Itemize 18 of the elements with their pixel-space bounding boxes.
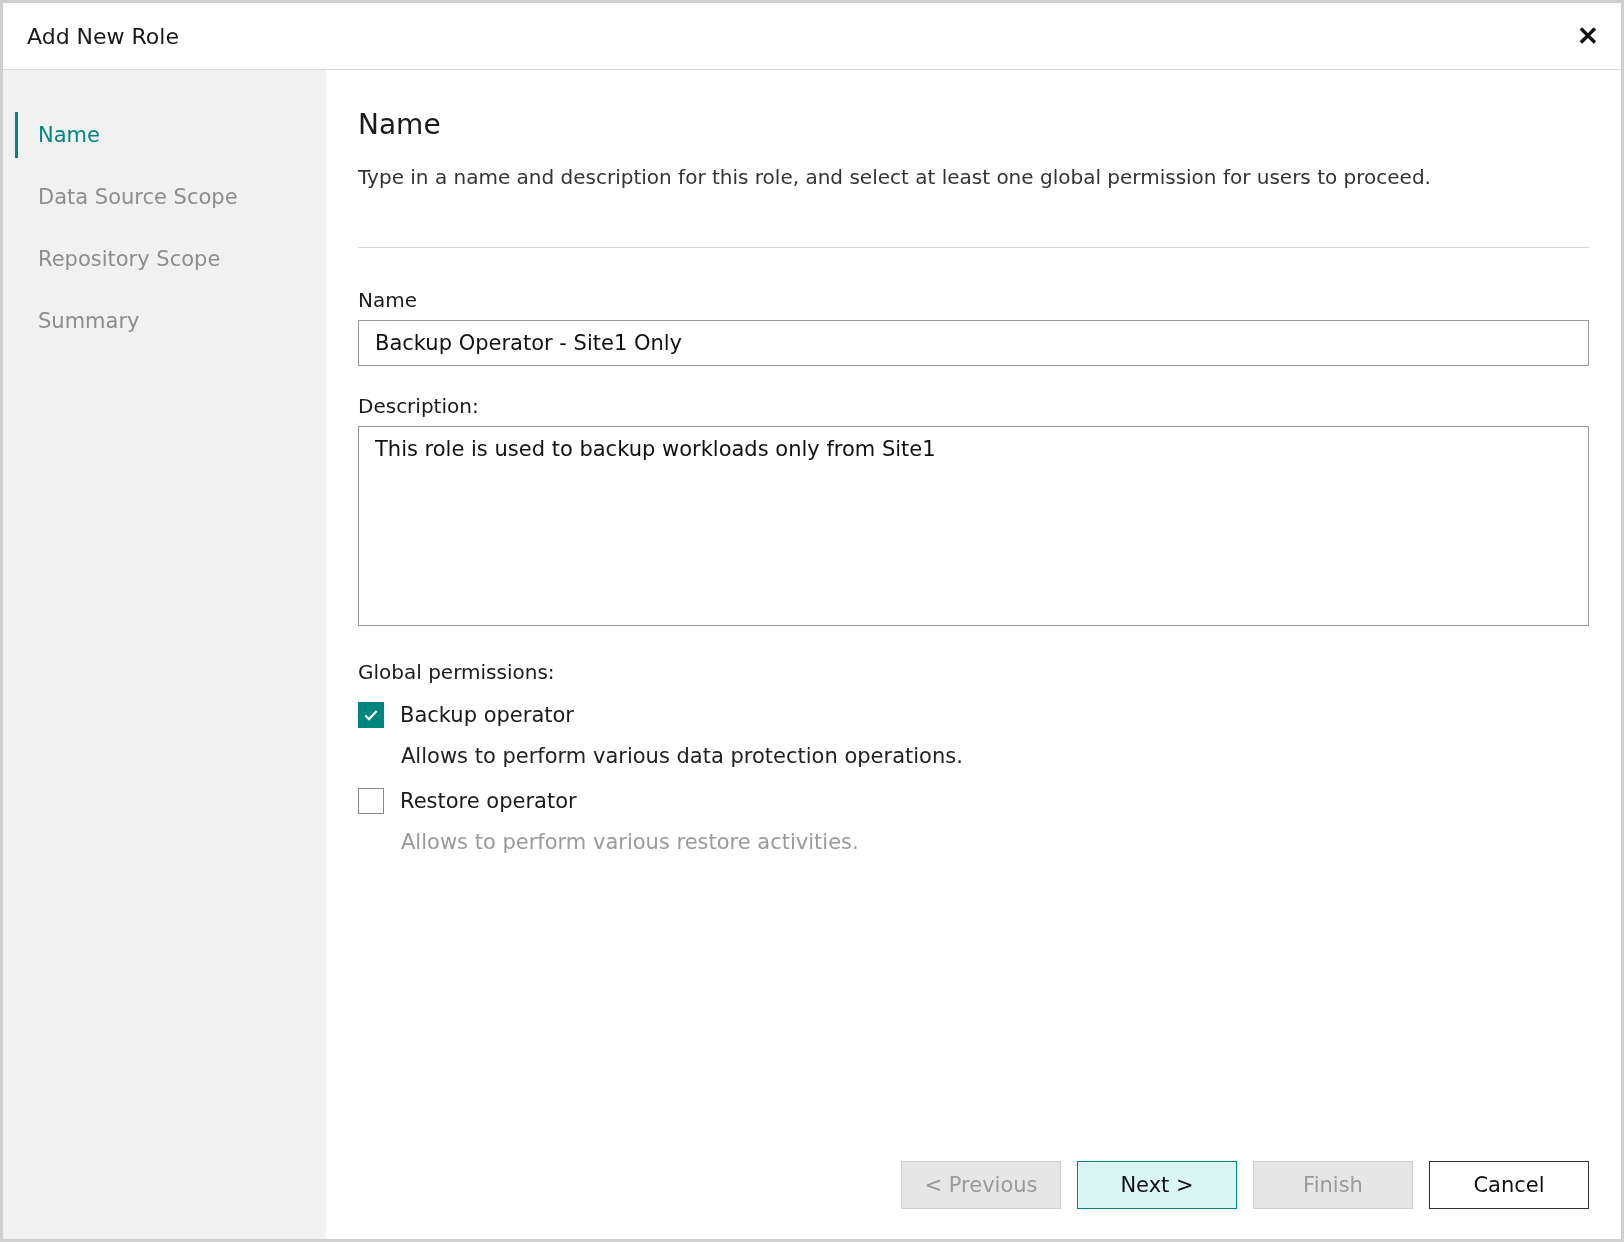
checkbox[interactable]	[358, 702, 384, 728]
wizard-button[interactable]: Cancel	[1429, 1161, 1589, 1209]
page-description: Type in a name and description for this role, and select at least one global permission for users to proceed.	[358, 165, 1432, 189]
checkbox-label[interactable]: Restore operator	[400, 789, 577, 813]
description-input-field[interactable]: This role is used to backup workloads only from Site1	[358, 426, 1589, 626]
close-button[interactable]: ✕	[1573, 20, 1603, 52]
permissions-label: Global permissions:	[358, 660, 556, 684]
permission-description: Allows to perform various data protection operations.	[401, 744, 964, 768]
checkbox-label[interactable]: Backup operator	[400, 703, 574, 727]
name-input-field[interactable]: Backup Operator - Site1 Only	[358, 320, 1589, 366]
wizard-button[interactable]: Next >	[1077, 1161, 1237, 1209]
page-heading: Name	[358, 108, 442, 141]
field-label: Description:	[358, 394, 480, 418]
checkbox[interactable]	[358, 788, 384, 814]
sidebar-item[interactable]: Name	[15, 112, 326, 158]
window-title: Add New Role	[27, 23, 179, 49]
field-label: Name	[358, 288, 418, 312]
permission-description: Allows to perform various restore activities.	[401, 830, 860, 854]
